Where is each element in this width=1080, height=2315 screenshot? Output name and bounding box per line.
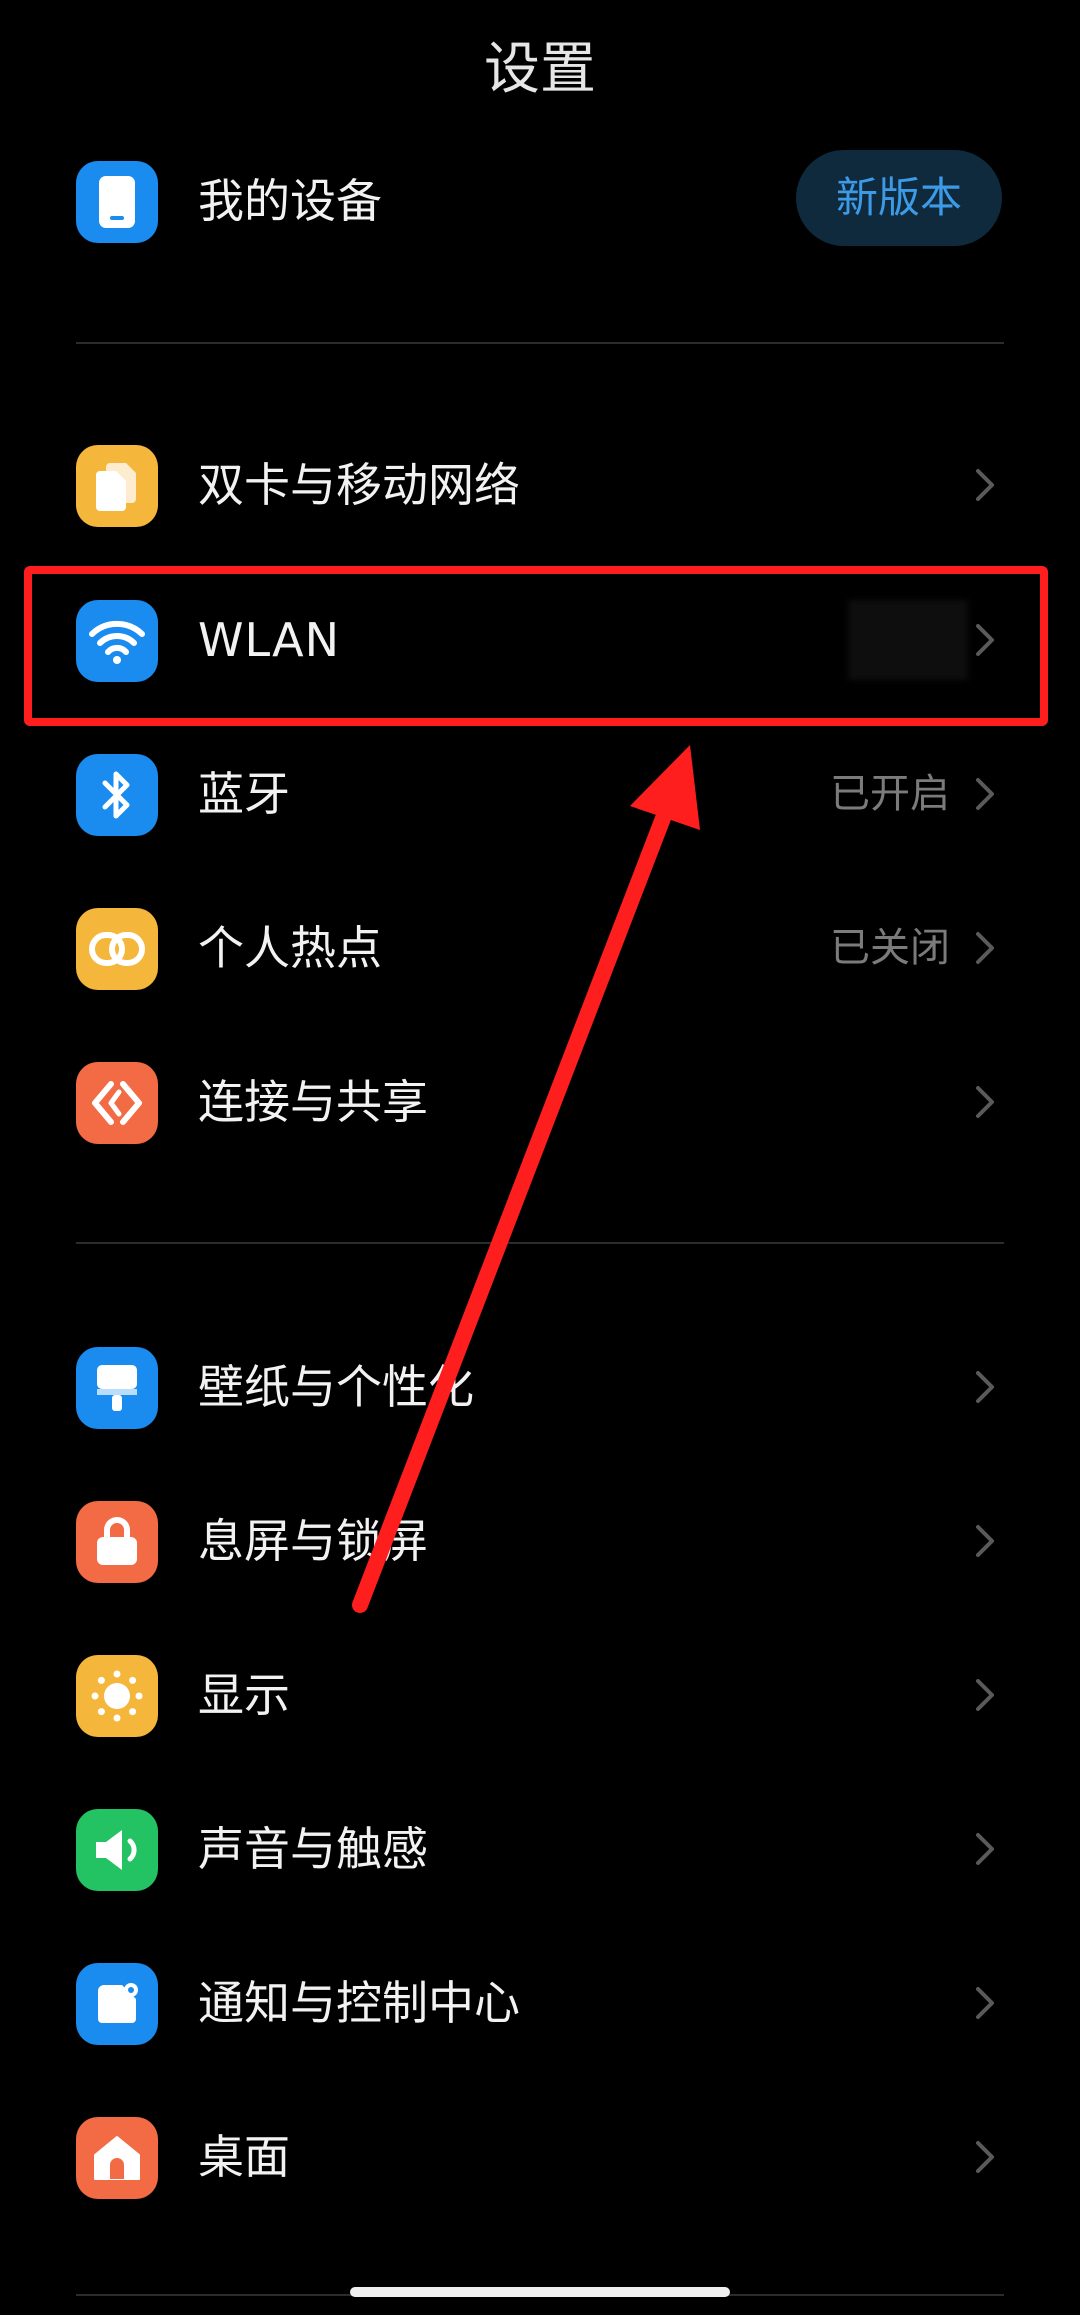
divider bbox=[76, 342, 1004, 344]
wallpaper-label: 壁纸与个性化 bbox=[198, 1360, 474, 1414]
hotspot-label: 个人热点 bbox=[198, 921, 382, 975]
connection-share-icon bbox=[76, 1062, 158, 1144]
my-device-label: 我的设备 bbox=[198, 174, 382, 228]
settings-item-lock-screen[interactable]: 息屏与锁屏 bbox=[0, 1466, 1080, 1616]
wlan-highlight-box bbox=[24, 566, 1048, 726]
lock-icon bbox=[76, 1501, 158, 1583]
settings-item-hotspot[interactable]: 个人热点 已关闭 bbox=[0, 873, 1080, 1023]
sim-network-label: 双卡与移动网络 bbox=[198, 458, 520, 512]
sound-label: 声音与触感 bbox=[198, 1822, 428, 1876]
home-icon bbox=[76, 2117, 158, 2199]
chevron-right-icon bbox=[976, 778, 994, 810]
chevron-right-icon bbox=[976, 1371, 994, 1403]
settings-item-connection-sharing[interactable]: 连接与共享 bbox=[0, 1027, 1080, 1177]
new-version-badge[interactable]: 新版本 bbox=[796, 150, 1002, 246]
settings-item-display[interactable]: 显示 bbox=[0, 1620, 1080, 1770]
sun-icon bbox=[76, 1655, 158, 1737]
home-screen-label: 桌面 bbox=[198, 2130, 290, 2184]
chevron-right-icon bbox=[976, 1086, 994, 1118]
chevron-right-icon bbox=[976, 1679, 994, 1711]
notification-label: 通知与控制中心 bbox=[198, 1976, 520, 2030]
settings-item-home-screen[interactable]: 桌面 bbox=[0, 2082, 1080, 2232]
chevron-right-icon bbox=[976, 1525, 994, 1557]
settings-item-wallpaper[interactable]: 壁纸与个性化 bbox=[0, 1312, 1080, 1462]
wallpaper-brush-icon bbox=[76, 1347, 158, 1429]
chevron-right-icon bbox=[976, 469, 994, 501]
bluetooth-icon bbox=[76, 754, 158, 836]
lock-screen-label: 息屏与锁屏 bbox=[198, 1514, 428, 1568]
page-title: 设置 bbox=[484, 37, 596, 102]
hotspot-icon bbox=[76, 908, 158, 990]
notification-icon bbox=[76, 1963, 158, 2045]
home-indicator[interactable] bbox=[350, 2287, 730, 2297]
sim-card-icon bbox=[76, 445, 158, 527]
chevron-right-icon bbox=[976, 932, 994, 964]
phone-icon bbox=[76, 161, 158, 243]
display-label: 显示 bbox=[198, 1668, 290, 1722]
hotspot-status: 已关闭 bbox=[830, 925, 950, 971]
divider bbox=[76, 1242, 1004, 1244]
bluetooth-label: 蓝牙 bbox=[198, 767, 290, 821]
settings-item-bluetooth[interactable]: 蓝牙 已开启 bbox=[0, 719, 1080, 869]
connection-sharing-label: 连接与共享 bbox=[198, 1075, 428, 1129]
chevron-right-icon bbox=[976, 2141, 994, 2173]
settings-item-sound[interactable]: 声音与触感 bbox=[0, 1774, 1080, 1924]
speaker-icon bbox=[76, 1809, 158, 1891]
bluetooth-status: 已开启 bbox=[830, 771, 950, 817]
settings-item-sim-network[interactable]: 双卡与移动网络 bbox=[0, 410, 1080, 560]
settings-item-notification[interactable]: 通知与控制中心 bbox=[0, 1928, 1080, 2078]
chevron-right-icon bbox=[976, 1833, 994, 1865]
chevron-right-icon bbox=[976, 1987, 994, 2019]
